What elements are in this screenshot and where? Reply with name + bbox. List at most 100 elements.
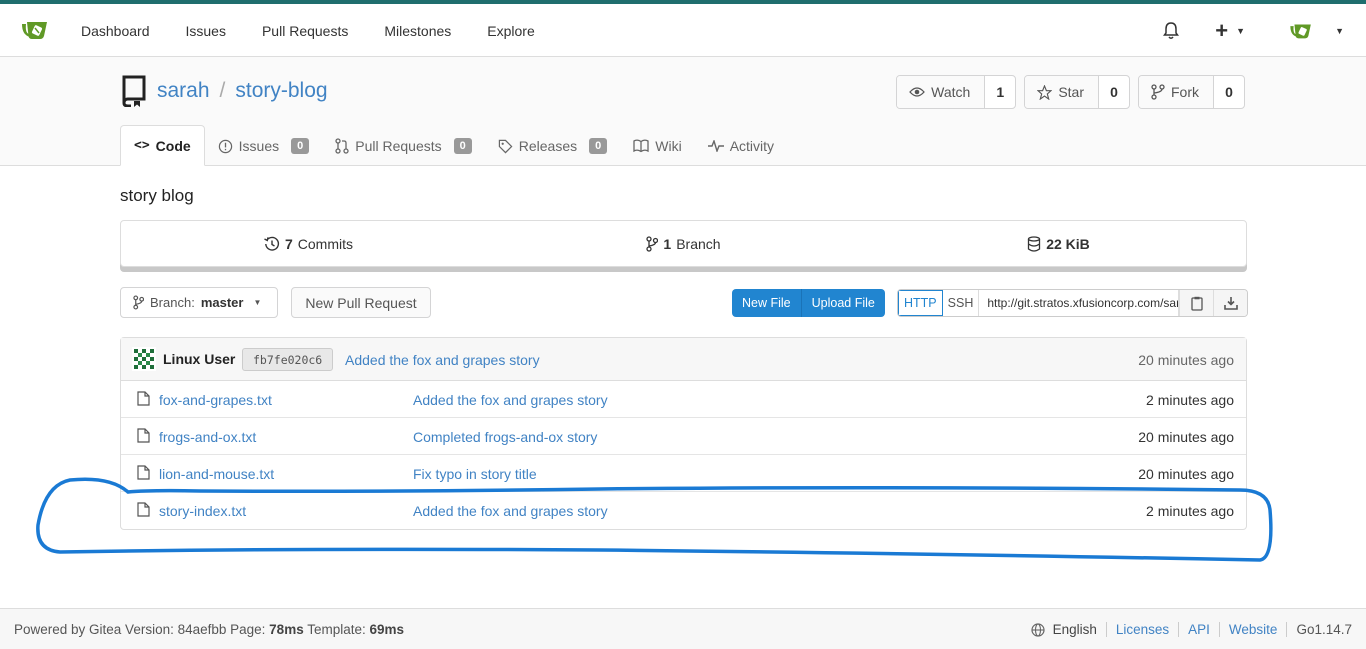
file-commit-time: 2 minutes ago [1146, 392, 1234, 408]
file-commit-message-link[interactable]: Fix typo in story title [413, 466, 537, 482]
create-new-dropdown[interactable]: + ▼ [1215, 18, 1245, 44]
file-name-link[interactable]: frogs-and-ox.txt [159, 429, 256, 445]
commit-message-link[interactable]: Added the fox and grapes story [345, 352, 540, 368]
tab-activity-label: Activity [729, 138, 775, 154]
nav-issues[interactable]: Issues [168, 23, 244, 39]
nav-explore[interactable]: Explore [469, 23, 552, 39]
notifications-bell-icon[interactable] [1163, 21, 1180, 40]
tab-wiki[interactable]: Wiki [620, 126, 694, 166]
commits-count: 7 [284, 235, 293, 252]
table-row: lion-and-mouse.txt Fix typo in story tit… [121, 455, 1246, 492]
file-commit-message-link[interactable]: Added the fox and grapes story [413, 392, 608, 408]
file-icon [137, 465, 150, 480]
fork-label: Fork [1171, 84, 1199, 100]
tab-pull-requests[interactable]: Pull Requests 0 [322, 126, 485, 166]
nav-pull-requests[interactable]: Pull Requests [244, 23, 366, 39]
commit-time: 20 minutes ago [1138, 352, 1234, 368]
file-icon [137, 428, 150, 443]
file-name-link[interactable]: lion-and-mouse.txt [159, 466, 274, 482]
file-commit-message-link[interactable]: Completed frogs-and-ox story [413, 429, 597, 445]
file-commit-time: 20 minutes ago [1138, 466, 1234, 482]
commit-author[interactable]: Linux User [163, 351, 235, 367]
fork-button-label-wrap[interactable]: Fork [1139, 76, 1214, 108]
size-stat: 22 KiB [871, 236, 1246, 252]
file-name-link[interactable]: fox-and-grapes.txt [159, 392, 272, 408]
nav-dashboard[interactable]: Dashboard [63, 23, 168, 39]
user-menu-dropdown[interactable]: ▼ [1289, 22, 1344, 40]
new-pull-request-button[interactable]: New Pull Request [291, 287, 431, 318]
history-icon [264, 236, 280, 251]
clone-url-group: HTTP SSH http://git.stratos.xfusioncorp.… [897, 289, 1249, 317]
tab-pull-requests-label: Pull Requests [355, 138, 442, 154]
repo-actions: Watch 1 Star 0 Fork 0 [896, 75, 1245, 109]
latest-commit-row: Linux User fb7fe020c6 Added the fox and … [121, 338, 1246, 381]
ssh-clone-button[interactable]: SSH [943, 290, 980, 316]
api-link[interactable]: API [1188, 622, 1210, 637]
watch-button[interactable]: Watch 1 [896, 75, 1017, 109]
go-version: Go1.14.7 [1296, 622, 1352, 637]
footer-powered-by: Powered by Gitea Version: 84aefbb Page: [14, 622, 270, 637]
website-link[interactable]: Website [1229, 622, 1278, 637]
star-button-label-wrap[interactable]: Star [1025, 76, 1099, 108]
upload-file-button[interactable]: Upload File [800, 289, 885, 317]
language-selector[interactable]: English [1030, 622, 1097, 637]
branch-label: Branch [676, 235, 721, 252]
watch-label: Watch [931, 84, 971, 100]
eye-icon [909, 87, 926, 97]
file-icon [137, 391, 150, 406]
repo-title: sarah / story-blog [121, 75, 328, 107]
chevron-down-icon: ▼ [1335, 25, 1344, 36]
new-file-button[interactable]: New File [732, 289, 801, 317]
star-count[interactable]: 0 [1099, 76, 1129, 108]
nav-right-controls: + ▼ ▼ [1163, 4, 1344, 57]
tab-releases-count-badge: 0 [589, 138, 608, 154]
tab-issues-label: Issues [238, 138, 280, 154]
file-commit-message-link[interactable]: Added the fox and grapes story [413, 503, 608, 519]
tab-issues[interactable]: Issues 0 [205, 126, 323, 166]
author-avatar [132, 347, 156, 371]
fork-count[interactable]: 0 [1214, 76, 1244, 108]
nav-milestones[interactable]: Milestones [366, 23, 469, 39]
branch-stat[interactable]: 1 Branch [496, 236, 871, 252]
language-label: English [1052, 622, 1097, 637]
file-actions: New File Upload File [732, 289, 885, 317]
clone-url-input[interactable]: http://git.stratos.xfusioncorp.com/sarah… [979, 290, 1180, 316]
database-icon [1028, 235, 1041, 252]
tag-icon [498, 139, 513, 153]
repo-owner-link[interactable]: sarah [157, 79, 210, 103]
star-button[interactable]: Star 0 [1024, 75, 1130, 109]
tab-code[interactable]: <> Code [120, 125, 205, 166]
globe-icon [1030, 622, 1045, 637]
tab-activity[interactable]: Activity [695, 126, 787, 166]
repo-name-link[interactable]: story-blog [235, 79, 327, 103]
code-icon: <> [134, 138, 150, 153]
table-row: frogs-and-ox.txt Completed frogs-and-ox … [121, 418, 1246, 455]
file-name-link[interactable]: story-index.txt [159, 503, 246, 519]
star-label: Star [1058, 84, 1084, 100]
copy-url-button[interactable] [1179, 290, 1214, 316]
file-icon [137, 502, 150, 517]
tab-releases[interactable]: Releases 0 [485, 126, 621, 166]
user-avatar-icon [1290, 23, 1311, 38]
download-archive-button[interactable] [1213, 290, 1248, 316]
licenses-link[interactable]: Licenses [1116, 622, 1169, 637]
repo-title-separator: / [219, 79, 226, 102]
file-list-table: Linux User fb7fe020c6 Added the fox and … [120, 337, 1247, 530]
footer-divider [1286, 622, 1288, 637]
clipboard-icon [1191, 296, 1203, 311]
gitea-logo-icon[interactable] [21, 19, 49, 41]
repo-stats-bar: 7 Commits 1 Branch 22 KiB [120, 220, 1247, 267]
pulse-icon [707, 140, 724, 152]
commit-sha-button[interactable]: fb7fe020c6 [242, 348, 334, 371]
commits-stat[interactable]: 7 Commits [121, 236, 496, 252]
table-row: story-index.txt Added the fox and grapes… [121, 492, 1246, 529]
watch-button-label-wrap[interactable]: Watch [897, 76, 986, 108]
page-footer: Powered by Gitea Version: 84aefbb Page: … [0, 608, 1366, 649]
tab-pull-requests-count-badge: 0 [453, 138, 472, 154]
fork-button[interactable]: Fork 0 [1138, 75, 1245, 109]
branch-selector[interactable]: Branch: master ▼ [120, 287, 278, 318]
commits-label: Commits [297, 235, 354, 252]
watch-count[interactable]: 1 [985, 76, 1015, 108]
footer-template-time: 69ms [369, 622, 405, 637]
http-clone-button[interactable]: HTTP [898, 290, 943, 316]
